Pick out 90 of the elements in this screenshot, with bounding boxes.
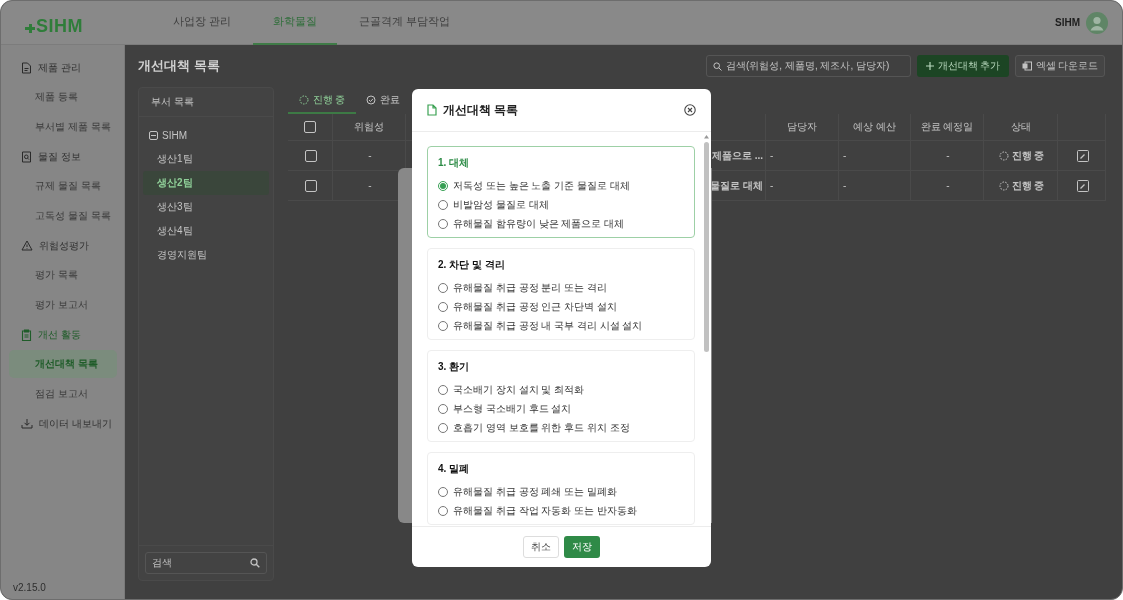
check-circle-icon xyxy=(366,94,376,105)
sidebar-item[interactable]: 규제 물질 목록 xyxy=(9,172,117,200)
nav-tab[interactable]: 근골격계 부담작업 xyxy=(339,1,471,45)
table-cell: - xyxy=(770,150,774,161)
tree-item[interactable]: 생산4팀 xyxy=(143,219,269,243)
download-icon xyxy=(21,418,33,429)
tree-item[interactable]: 생산2팀 xyxy=(143,171,269,195)
table-cell: - xyxy=(843,150,847,161)
table-cell: - xyxy=(946,180,950,191)
warning-icon xyxy=(21,240,33,251)
option-label: 유해물질 취급 공정 폐쇄 또는 밀폐화 xyxy=(453,484,617,499)
search-icon xyxy=(250,558,260,568)
avatar-icon[interactable] xyxy=(1086,11,1108,34)
table-cell: - xyxy=(946,150,950,161)
checkbox[interactable] xyxy=(304,121,316,133)
save-button[interactable]: 저장 xyxy=(564,536,600,558)
panel-title: 부서 목록 xyxy=(139,88,273,117)
sidebar-group[interactable]: 제품 관리 xyxy=(9,53,117,82)
version-label: v2.15.0 xyxy=(12,582,47,593)
scroll-up-icon[interactable] xyxy=(703,134,710,139)
table-cell: - xyxy=(843,180,847,191)
sidebar-item[interactable]: 평가 목록 xyxy=(9,261,117,289)
option-label: 유해물질 취급 작업 자동화 또는 반자동화 xyxy=(453,503,637,518)
sidebar-item[interactable]: 부서별 제품 목록 xyxy=(9,113,117,141)
search-field[interactable]: 검색(위험성, 제품명, 제조사, 담당자) xyxy=(706,55,911,77)
option-label: 유해물질 함유량이 낮은 제품으로 대체 xyxy=(453,216,625,231)
section-title: 2. 차단 및 격리 xyxy=(438,258,506,272)
column-header: 담당자 xyxy=(787,120,817,134)
cancel-button[interactable]: 취소 xyxy=(523,536,559,558)
dialog-title: 개선대책 목록 xyxy=(443,101,519,119)
tree-item[interactable]: 경영지원팀 xyxy=(143,243,269,267)
document-icon xyxy=(21,61,32,74)
section-title: 3. 환기 xyxy=(438,360,471,374)
search-field[interactable]: 검색 xyxy=(145,552,267,574)
option-label: 호흡기 영역 보호를 위한 후드 위치 조정 xyxy=(453,420,630,435)
search-document-icon xyxy=(21,150,32,163)
option-label: 유해물질 취급 공정 내 국부 격리 시설 설치 xyxy=(453,318,643,333)
sidebar-item[interactable]: 개선대책 목록 xyxy=(9,350,117,378)
edit-icon[interactable] xyxy=(1076,149,1089,162)
checkbox[interactable] xyxy=(305,179,317,192)
status-text: 진행 중 xyxy=(1011,148,1045,163)
checkbox[interactable] xyxy=(305,149,317,162)
add-button[interactable]: 개선대책 추가 xyxy=(917,55,1009,77)
section-title: 4. 밀폐 xyxy=(438,462,471,476)
table-cell: - xyxy=(368,150,372,161)
column-header: 위험성 xyxy=(354,120,384,134)
sidebar-item[interactable]: 고독성 물질 목록 xyxy=(9,202,117,230)
table-cell: - xyxy=(368,180,372,191)
tree-item[interactable]: 생산1팀 xyxy=(143,147,269,171)
spreadsheet-icon xyxy=(1021,61,1032,71)
status-tab[interactable]: 완료 xyxy=(356,87,410,114)
option-label: 저독성 또는 높은 노출 기준 물질로 대체 xyxy=(453,178,630,193)
sidebar-group[interactable]: 개선 활동 xyxy=(9,320,117,349)
status-tab[interactable]: 진행 중 xyxy=(288,87,356,114)
nav-tab[interactable]: 사업장 관리 xyxy=(153,1,252,45)
column-header: 완료 예정일 xyxy=(920,120,974,134)
user-name: SIHM xyxy=(1055,17,1080,28)
sidebar-item[interactable]: 제품 등록 xyxy=(9,83,117,111)
column-header: 예상 예산 xyxy=(853,120,896,134)
plus-icon xyxy=(925,62,934,70)
logo: SIHM xyxy=(36,15,83,37)
scrollbar-thumb[interactable] xyxy=(704,142,709,352)
option-label: 비발암성 물질로 대체 xyxy=(453,197,549,212)
document-icon xyxy=(427,104,437,116)
column-header: 상태 xyxy=(1010,120,1031,134)
sidebar-group[interactable]: 데이터 내보내기 xyxy=(9,409,117,438)
page-title: 개선대책 목록 xyxy=(138,57,220,75)
close-icon[interactable] xyxy=(684,104,696,116)
search-icon xyxy=(713,61,722,71)
table-cell: 제품으로 ... xyxy=(711,148,763,163)
sidebar-group[interactable]: 물질 정보 xyxy=(9,142,117,171)
sidebar-item[interactable]: 평가 보고서 xyxy=(9,291,117,319)
excel-download-button[interactable]: 엑셀 다운로드 xyxy=(1015,55,1105,77)
tree-item[interactable]: SIHM xyxy=(143,123,269,147)
tree-item[interactable]: 생산3팀 xyxy=(143,195,269,219)
sidebar-item[interactable]: 점검 보고서 xyxy=(9,380,117,408)
clipboard-icon xyxy=(21,328,32,341)
option-label: 국소배기 장치 설치 및 최적화 xyxy=(453,382,585,397)
option-label: 유해물질 취급 공정 분리 또는 격리 xyxy=(453,280,607,295)
section-title: 1. 대체 xyxy=(438,156,471,170)
status-text: 진행 중 xyxy=(1011,178,1045,193)
table-cell: - xyxy=(770,180,774,191)
table-cell: 물질로 대체 xyxy=(710,178,763,193)
progress-icon xyxy=(998,180,1009,191)
option-label: 유해물질 취급 공정 인근 차단벽 설치 xyxy=(453,299,617,314)
option-label: 부스형 국소배기 후드 설치 xyxy=(453,401,572,416)
progress-icon xyxy=(998,150,1009,161)
edit-icon[interactable] xyxy=(1076,179,1089,192)
progress-icon xyxy=(298,94,309,105)
sidebar-group[interactable]: 위험성평가 xyxy=(9,231,117,260)
